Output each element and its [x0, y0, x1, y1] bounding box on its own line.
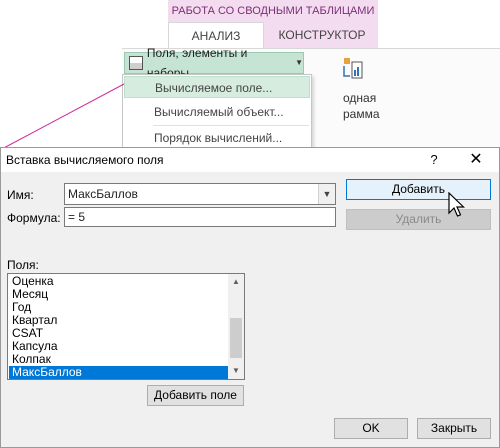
dialog-title: Вставка вычисляемого поля [6, 153, 164, 167]
fields-label: Поля: [7, 258, 39, 272]
formula-input[interactable] [64, 207, 336, 227]
callout-connector-line [0, 83, 125, 151]
mouse-cursor-icon [448, 192, 465, 217]
name-value: МаксБаллов [68, 187, 138, 201]
formula-label: Формула: [7, 211, 61, 225]
add-button[interactable]: Добавить [346, 179, 491, 200]
close-button[interactable]: Закрыть [417, 418, 491, 439]
list-item-selected[interactable]: МаксБаллов [9, 366, 228, 379]
chevron-down-icon[interactable]: ▼ [318, 184, 335, 204]
name-label: Имя: [7, 188, 34, 202]
delete-button[interactable]: Удалить [346, 209, 491, 230]
close-icon[interactable]: ✕ [465, 150, 487, 170]
list-item[interactable]: Месяц [9, 288, 228, 301]
add-field-button[interactable]: Добавить поле [147, 385, 244, 406]
ok-button[interactable]: OK [334, 418, 408, 439]
help-button[interactable]: ? [424, 150, 444, 170]
formula-value: = 5 [68, 210, 86, 224]
fields-listbox[interactable]: Оценка Месяц Год Квартал CSAT Капсула Ко… [7, 273, 245, 380]
scrollbar-thumb[interactable] [230, 318, 242, 358]
scroll-up-icon[interactable]: ▲ [228, 275, 244, 289]
scroll-down-icon[interactable]: ▼ [228, 364, 244, 378]
